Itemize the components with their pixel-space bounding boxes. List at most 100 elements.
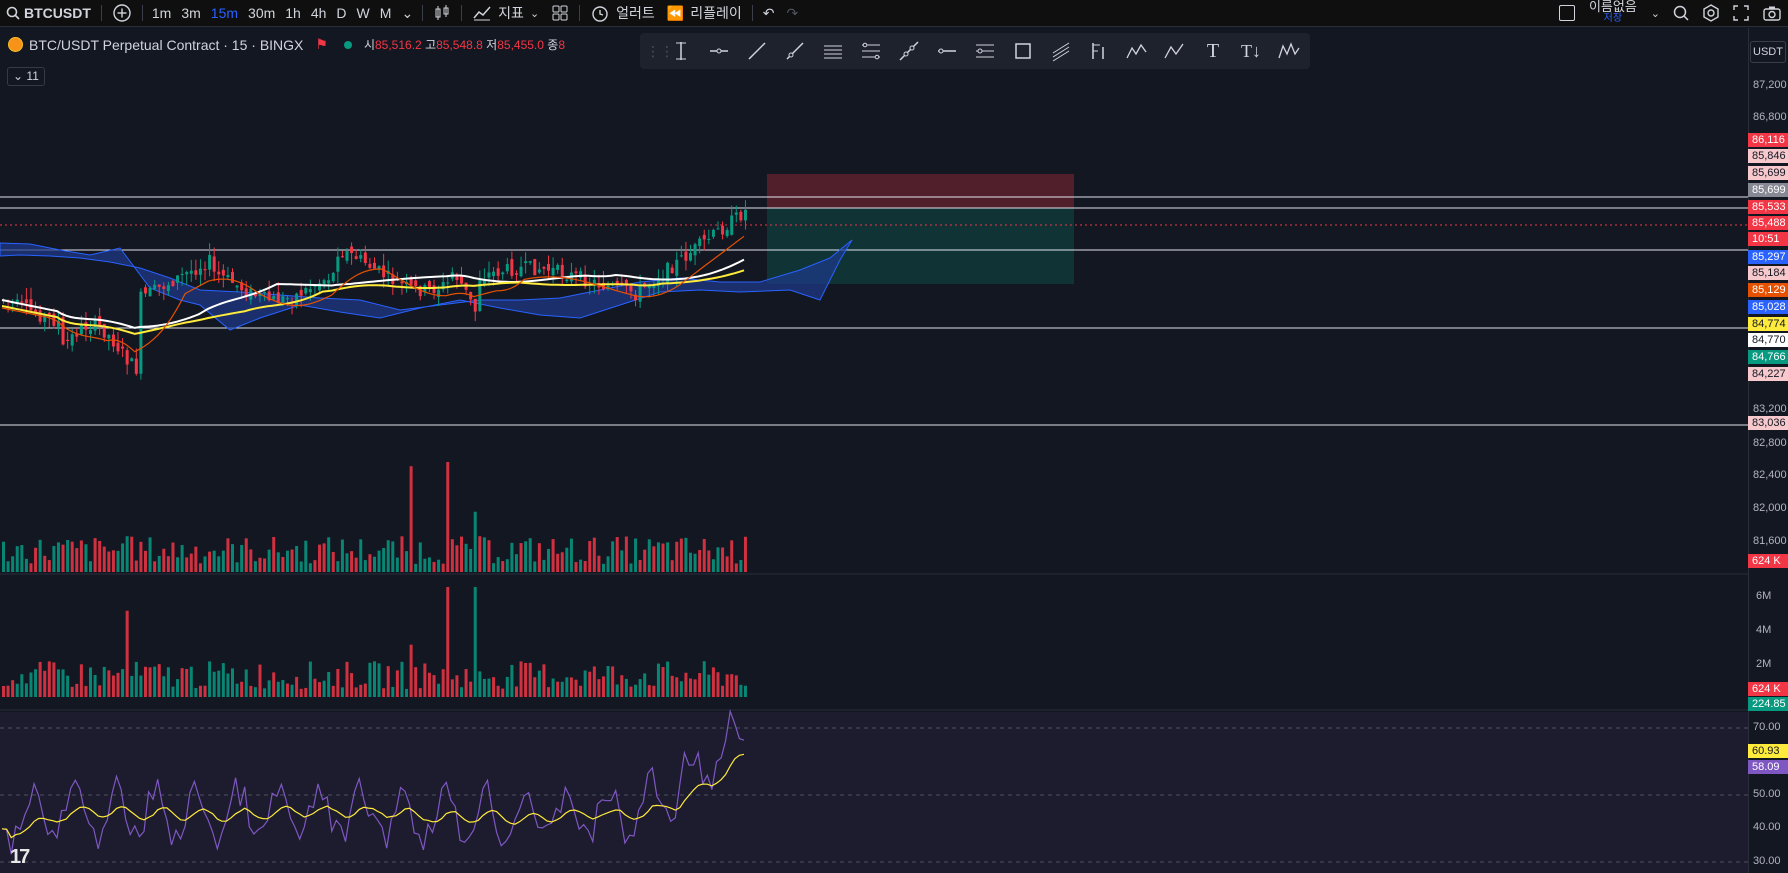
pitchfork-tool[interactable] xyxy=(1044,36,1078,66)
candle-body xyxy=(542,267,546,269)
volume-bar xyxy=(615,537,619,572)
price-tick: 81,600 xyxy=(1753,535,1787,547)
volume-bar xyxy=(6,685,10,697)
patterns-tool[interactable] xyxy=(1272,36,1306,66)
volume-bar xyxy=(469,681,473,697)
price-badge: 85,297 xyxy=(1748,250,1788,264)
volume-bar xyxy=(547,687,551,697)
chart-canvas[interactable] xyxy=(0,0,1788,873)
horizontal-ray-icon xyxy=(710,48,728,54)
volume-bar xyxy=(601,676,605,697)
volume-bar xyxy=(102,546,106,572)
volume-bar xyxy=(98,540,102,572)
volume-bar xyxy=(464,669,468,697)
volume-bar xyxy=(121,543,125,572)
candle-body xyxy=(414,280,418,286)
volume-bar xyxy=(258,664,262,697)
volume-bar xyxy=(533,561,537,572)
elliott-wave-tool[interactable] xyxy=(1120,36,1154,66)
volume-bar xyxy=(194,687,198,697)
volume-bar xyxy=(702,661,706,697)
drag-handle-icon[interactable]: ⋮⋮ xyxy=(646,43,674,60)
volume-bar xyxy=(70,686,74,697)
volume-bar xyxy=(267,680,271,697)
candle-body xyxy=(432,285,436,294)
volume-bar xyxy=(208,661,212,697)
volume-tick: 2M xyxy=(1756,658,1772,670)
volume-bar xyxy=(400,661,404,697)
vertical-line-tool[interactable] xyxy=(664,36,698,66)
tradingview-logo[interactable]: 17 xyxy=(10,846,30,869)
indicators-collapse-button[interactable]: ⌄ 11 xyxy=(7,67,45,86)
volume-bar xyxy=(121,669,125,697)
flag-icon[interactable]: ⚑ xyxy=(315,36,328,53)
volume-bar xyxy=(734,675,738,697)
text-note-icon: T↓ xyxy=(1241,40,1261,61)
price-range-tool[interactable] xyxy=(968,36,1002,66)
ray-tool[interactable] xyxy=(778,36,812,66)
candle-body xyxy=(235,285,239,288)
abcd-pattern-tool[interactable] xyxy=(1158,36,1192,66)
note-tool[interactable]: T↓ xyxy=(1234,36,1268,66)
volume-bar xyxy=(272,536,276,572)
currency-button[interactable]: USDT xyxy=(1750,41,1786,63)
volume-bar xyxy=(52,662,56,697)
volume-bar xyxy=(194,546,198,572)
candle-body xyxy=(501,272,505,275)
extended-line-icon xyxy=(899,41,919,61)
volume-bar xyxy=(698,549,702,572)
measure-icon xyxy=(1092,43,1104,59)
candle-body xyxy=(473,298,477,312)
volume-bar xyxy=(308,563,312,572)
candle-body xyxy=(689,252,692,261)
volume-bar xyxy=(418,542,422,572)
position-stop-zone[interactable] xyxy=(767,174,1074,208)
volume-bar xyxy=(185,557,189,572)
horizontal-line-tool[interactable] xyxy=(930,36,964,66)
indicator-count: 11 xyxy=(26,69,39,83)
volume-bar xyxy=(217,670,221,697)
candle-body xyxy=(98,316,102,327)
candle-body xyxy=(272,296,276,300)
volume-bar xyxy=(382,688,386,697)
fib-retracement-tool[interactable] xyxy=(854,36,888,66)
horizontal-line-icon xyxy=(938,48,956,54)
volume-bar xyxy=(2,685,5,697)
volume-bar xyxy=(244,669,248,697)
legend-title[interactable]: BTC/USDT Perpetual Contract · 15 · BINGX xyxy=(29,37,303,53)
rsi-tick: 50.00 xyxy=(1753,788,1781,800)
candle-body xyxy=(638,285,642,302)
price-badge: 85,488 xyxy=(1748,216,1788,230)
price-badge: 85,699 xyxy=(1748,183,1788,197)
text-tool[interactable]: T xyxy=(1196,36,1230,66)
close-value: 8 xyxy=(558,38,566,52)
volume-bar xyxy=(43,555,47,572)
volume-bar xyxy=(446,462,450,572)
extended-line-tool[interactable] xyxy=(892,36,926,66)
volume-bar xyxy=(350,551,354,572)
rsi-tick: 70.00 xyxy=(1753,721,1781,733)
volume-bar xyxy=(386,540,390,572)
volume-bar xyxy=(116,672,120,697)
volume-bar xyxy=(473,511,477,572)
parallel-channel-tool[interactable] xyxy=(816,36,850,66)
volume-bar xyxy=(565,547,569,572)
price-tick: 82,000 xyxy=(1753,502,1787,514)
volume-bar xyxy=(148,667,152,697)
trend-line-tool[interactable] xyxy=(740,36,774,66)
candle-body xyxy=(24,299,28,303)
price-badge: 10:51 xyxy=(1748,232,1788,246)
abcd-icon xyxy=(1164,43,1184,59)
volume-bar xyxy=(487,678,491,697)
volume-bar xyxy=(253,561,257,572)
volume-bar xyxy=(725,556,729,572)
volume-bar xyxy=(15,683,19,697)
volume-bar xyxy=(139,541,143,572)
volume-bar xyxy=(98,685,102,697)
candle-body xyxy=(505,264,509,272)
rectangle-tool[interactable] xyxy=(1006,36,1040,66)
volume-bar xyxy=(359,684,363,697)
high-value: 85,548.8 xyxy=(436,38,483,52)
horizontal-ray-tool[interactable] xyxy=(702,36,736,66)
long-position-tool[interactable] xyxy=(1082,36,1116,66)
